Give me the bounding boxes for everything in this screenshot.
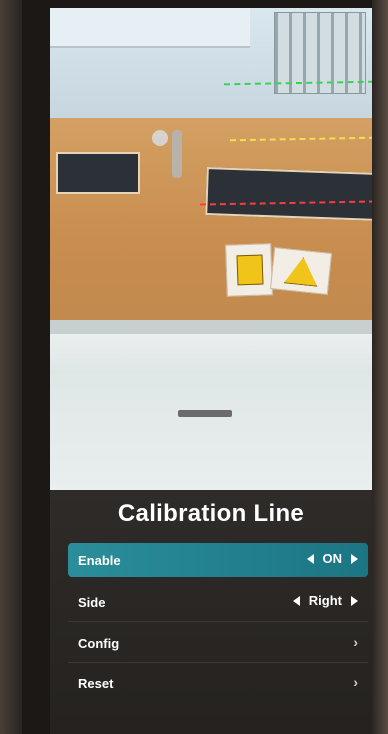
arrow-left-icon[interactable] <box>292 595 300 606</box>
door-sign-left <box>225 243 273 297</box>
chevron-right-icon: › <box>353 634 358 650</box>
door-sign-left-inner <box>236 254 264 286</box>
camera-door <box>50 118 372 323</box>
menu-divider <box>68 662 368 663</box>
camera-ceiling <box>50 8 372 123</box>
ceiling-panel <box>50 8 250 48</box>
camera-feed <box>50 8 372 490</box>
menu-item-value: ON <box>322 551 343 566</box>
menu-item-value: Right <box>308 593 342 608</box>
door-lock <box>152 130 168 146</box>
osd-menu-panel: Calibration Line Enable ON Side Right Co… <box>50 490 372 734</box>
arrow-right-icon[interactable] <box>351 553 358 564</box>
door-window-right <box>205 167 372 221</box>
floor-strip <box>50 320 372 334</box>
value-selector: Right <box>292 593 358 608</box>
device-bezel-left <box>0 0 22 734</box>
arrow-left-icon[interactable] <box>306 553 314 564</box>
value-selector: ON <box>306 551 358 566</box>
door-sign-right <box>269 247 333 295</box>
menu-item-label: Enable <box>78 553 121 568</box>
menu-item-enable[interactable]: Enable ON <box>68 543 368 577</box>
menu-item-label: Side <box>78 595 106 610</box>
device-screen: Calibration Line Enable ON Side Right Co… <box>22 0 372 734</box>
menu-item-reset[interactable]: Reset › <box>68 666 368 700</box>
door-window-left <box>56 152 140 194</box>
floor-mark <box>178 410 232 417</box>
menu-title: Calibration Line <box>117 500 305 527</box>
menu-item-side[interactable]: Side Right <box>68 585 368 619</box>
menu-item-label: Reset <box>78 676 114 691</box>
door-handle <box>172 130 182 178</box>
device-bezel-right <box>372 0 388 734</box>
arrow-right-icon[interactable] <box>351 595 358 606</box>
menu-divider <box>68 621 368 622</box>
chevron-right-icon: › <box>353 674 358 690</box>
camera-floor <box>50 320 372 490</box>
menu-item-label: Config <box>78 636 120 651</box>
door-sign-right-inner <box>284 255 321 286</box>
menu-item-config[interactable]: Config › <box>68 626 368 660</box>
